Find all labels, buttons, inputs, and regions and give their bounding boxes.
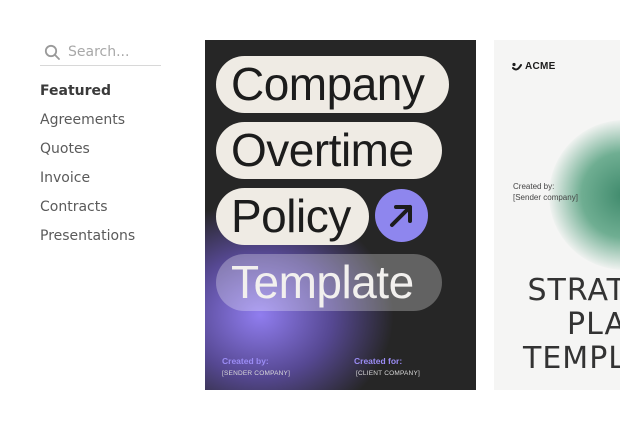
logo-text: ACME	[525, 61, 556, 72]
sidebar-item-invoice[interactable]: Invoice	[40, 168, 135, 197]
search-box[interactable]	[40, 40, 161, 66]
title-pill-3: Policy	[216, 188, 369, 245]
created-by-label: Created by:	[222, 356, 269, 366]
template-card-overtime-policy[interactable]: Company Overtime Policy Template Created…	[205, 40, 476, 390]
template-card-strategic-plan[interactable]: ACME Created by: [Sender company] STRAT …	[494, 40, 620, 390]
sidebar-item-agreements[interactable]: Agreements	[40, 110, 135, 139]
search-input[interactable]	[68, 43, 158, 61]
title-line-1: STRAT	[527, 273, 620, 308]
sidebar-item-quotes[interactable]: Quotes	[40, 139, 135, 168]
arrow-badge	[375, 189, 428, 242]
arrow-up-right-icon	[390, 205, 412, 227]
created-by-value: [Sender company]	[513, 193, 578, 202]
category-nav: Featured Agreements Quotes Invoice Contr…	[40, 81, 135, 255]
acme-logo: ACME	[512, 61, 556, 72]
sidebar-item-featured[interactable]: Featured	[40, 81, 135, 110]
title-line-2: PLA	[566, 307, 620, 342]
search-icon	[44, 44, 60, 60]
acme-logo-icon	[512, 62, 522, 70]
sidebar-item-contracts[interactable]: Contracts	[40, 197, 135, 226]
created-by-label: Created by:	[513, 182, 555, 191]
created-for-label: Created for:	[354, 356, 403, 366]
title-line-3: TEMPL	[523, 341, 620, 376]
title-pill-4: Template	[216, 254, 442, 311]
title-pill-2: Overtime	[216, 122, 442, 179]
title-pill-1: Company	[216, 56, 449, 113]
created-by-value: [SENDER COMPANY]	[222, 370, 291, 377]
card-title: STRAT PLA TEMPL	[523, 274, 620, 376]
sidebar-item-presentations[interactable]: Presentations	[40, 226, 135, 255]
created-for-value: [CLIENT COMPANY]	[356, 370, 420, 377]
